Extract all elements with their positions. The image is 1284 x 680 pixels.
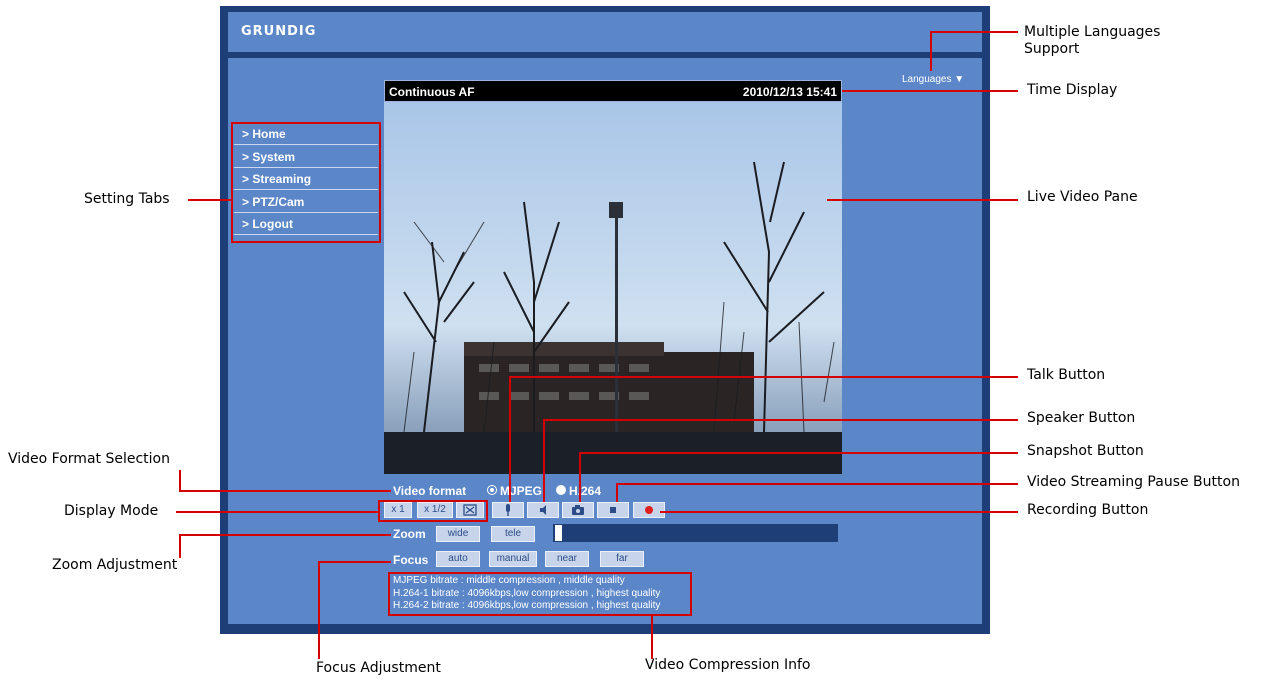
talk-line-h (509, 376, 1018, 378)
video-format-label: Video format (393, 484, 467, 498)
mjpeg-radio[interactable] (487, 485, 497, 495)
languages-line-v (930, 31, 932, 71)
annotation-video-format-selection: Video Format Selection (8, 451, 170, 467)
annotation-multiple-languages-2: Support (1024, 41, 1080, 57)
talk-line-v (509, 376, 511, 502)
focus-auto-button[interactable]: auto (436, 551, 480, 567)
zoom-label: Zoom (393, 527, 426, 541)
focus-line-v (318, 561, 320, 659)
zoom-line-v (179, 534, 181, 558)
camera-icon (572, 505, 584, 515)
record-icon (645, 506, 653, 514)
annotation-zoom-adjustment: Zoom Adjustment (52, 557, 178, 573)
setting-tabs-line (188, 199, 231, 201)
annotation-talk-button: Talk Button (1027, 367, 1106, 383)
annotation-snapshot-button: Snapshot Button (1027, 443, 1144, 459)
annotation-speaker-button: Speaker Button (1027, 410, 1136, 426)
mjpeg-option-label: MJPEG (500, 484, 543, 498)
languages-line-h (930, 31, 1018, 33)
time-display: 2010/12/13 15:41 (742, 85, 837, 99)
display-mode-highlight (378, 500, 488, 522)
record-line (660, 511, 1018, 513)
compression-info-highlight (388, 572, 692, 616)
speaker-line-h (543, 419, 1018, 421)
annotation-live-video-pane: Live Video Pane (1027, 189, 1138, 205)
annotation-pause-button: Video Streaming Pause Button (1027, 474, 1240, 490)
header-bar (228, 12, 982, 52)
pause-line-h (616, 483, 1018, 485)
focus-line-h (318, 561, 391, 563)
zoom-slider-track[interactable] (553, 524, 838, 542)
snapshot-line-h (579, 452, 1018, 454)
record-button[interactable] (633, 502, 665, 518)
microphone-icon (506, 504, 510, 516)
talk-button[interactable] (492, 502, 524, 518)
video-status-bar: Continuous AF 2010/12/13 15:41 (384, 80, 842, 102)
annotation-setting-tabs: Setting Tabs (84, 191, 170, 207)
snapshot-line-v (579, 452, 581, 502)
annotation-display-mode: Display Mode (64, 503, 159, 519)
annotation-focus-adjustment: Focus Adjustment (316, 660, 441, 676)
setting-tabs-highlight (231, 122, 381, 243)
languages-dropdown[interactable]: Languages ▼ (902, 74, 964, 85)
focus-near-button[interactable]: near (545, 551, 589, 567)
time-display-line (842, 90, 1018, 92)
display-mode-line (176, 511, 378, 513)
brand-logo: GRUNDIG (241, 24, 317, 39)
annotation-multiple-languages-1: Multiple Languages (1024, 24, 1161, 40)
focus-far-button[interactable]: far (600, 551, 644, 567)
zoom-wide-button[interactable]: wide (436, 526, 480, 542)
annotation-video-compression-info: Video Compression Info (645, 657, 811, 673)
speaker-line-v (543, 419, 545, 502)
focus-label: Focus (393, 553, 429, 567)
speaker-icon (540, 505, 546, 515)
speaker-button[interactable] (527, 502, 559, 518)
format-line-h (179, 490, 391, 492)
pause-stream-button[interactable] (597, 502, 629, 518)
pause-line-v (616, 483, 618, 502)
annotation-recording-button: Recording Button (1027, 502, 1149, 518)
format-line-v (179, 470, 181, 492)
zoom-line-h (179, 534, 391, 536)
h264-radio[interactable] (556, 485, 566, 495)
stop-icon (610, 507, 616, 513)
live-video-line (827, 199, 1018, 201)
zoom-slider-handle[interactable] (555, 525, 562, 541)
snapshot-button[interactable] (562, 502, 594, 518)
focus-manual-button[interactable]: manual (489, 551, 537, 567)
focus-mode-text: Continuous AF (389, 85, 475, 99)
compression-line-v (651, 616, 653, 659)
annotation-time-display: Time Display (1027, 82, 1118, 98)
zoom-tele-button[interactable]: tele (491, 526, 535, 542)
h264-option-label: H.264 (569, 484, 602, 498)
